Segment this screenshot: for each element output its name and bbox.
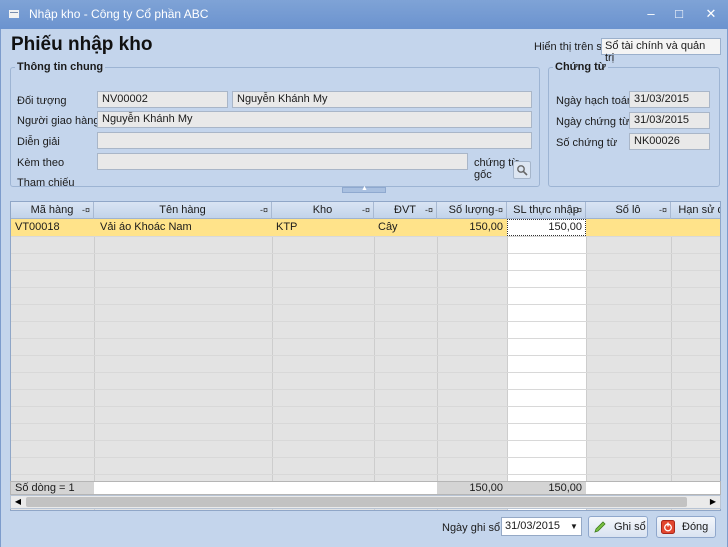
scroll-left-icon[interactable]: ◀	[11, 496, 25, 508]
nguoi-giao-field[interactable]: Nguyễn Khánh My	[97, 111, 532, 128]
kem-theo-label: Kèm theo	[17, 157, 65, 169]
minimize-button[interactable]: –	[637, 4, 665, 24]
search-icon	[517, 165, 528, 176]
hien-thi-select[interactable]: Sổ tài chính và quản trị	[601, 38, 721, 64]
detail-grid: Mã hàng -¤ Tên hàng -¤ Kho -¤ ĐVT -¤ Số lượn…	[10, 201, 721, 511]
grid-row-separator	[11, 355, 720, 356]
kem-theo-field[interactable]	[97, 153, 468, 170]
grid-row-separator	[11, 321, 720, 322]
close-window-button[interactable]: ✕	[697, 4, 725, 24]
grid-row-separator	[11, 440, 720, 441]
page-title: Phiếu nhập kho	[11, 34, 153, 55]
tham-chieu-label: Tham chiếu	[17, 177, 75, 189]
ngay-chung-tu-field[interactable]: 31/03/2015	[629, 112, 710, 129]
cell-ma-hang[interactable]: VT00018	[11, 219, 94, 236]
chung-tu-group: Chứng từ Ngày hạch toán 31/03/2015 Ngày …	[548, 61, 720, 187]
grid-row-separator	[11, 253, 720, 254]
grid-row-separator	[11, 474, 720, 475]
app-icon	[9, 10, 19, 18]
doi-tuong-code-field[interactable]: NV00002	[97, 91, 228, 108]
scroll-right-icon[interactable]: ▶	[706, 496, 720, 508]
grid-row-separator	[11, 338, 720, 339]
grid-row-separator	[11, 406, 720, 407]
grid-row-separator	[11, 389, 720, 390]
total-so-luong: 150,00	[469, 482, 503, 494]
pencil-icon	[594, 521, 606, 533]
grid-row-separator	[11, 423, 720, 424]
sl-thuc-nhap-editable-column[interactable]	[507, 219, 586, 510]
maximize-button[interactable]: □	[665, 4, 693, 24]
tham-chieu-button[interactable]	[513, 161, 531, 179]
col-header-so-luong[interactable]: Số lượng -¤	[437, 202, 507, 219]
chung-tu-legend: Chứng từ	[555, 61, 606, 73]
col-header-kho[interactable]: Kho -¤	[272, 202, 374, 219]
total-sl-thuc-nhap: 150,00	[548, 482, 582, 494]
form-client: Phiếu nhập kho Hiển thị trên sổ Sổ tài c…	[0, 29, 728, 547]
grid-header: Mã hàng -¤ Tên hàng -¤ Kho -¤ ĐVT -¤ Số lượn…	[11, 202, 720, 219]
cell-kho[interactable]: KTP	[272, 219, 374, 236]
horizontal-scrollbar[interactable]: ◀ ▶	[10, 495, 721, 509]
grid-row-separator	[11, 457, 720, 458]
pin-icon[interactable]: -¤	[574, 202, 582, 219]
pin-icon[interactable]: -¤	[362, 202, 370, 219]
thong-tin-chung-group: Thông tin chung Đối tượng NV00002 Nguyễn…	[10, 61, 540, 189]
so-chung-tu-label: Số chứng từ	[556, 137, 618, 149]
ngay-ghi-so-field[interactable]: 31/03/2015 ▼	[501, 517, 582, 536]
ngay-chung-tu-label: Ngày chứng từ	[556, 116, 630, 128]
scroll-thumb[interactable]	[26, 497, 687, 507]
grid-footer: Số dòng = 1 150,00 150,00	[10, 481, 721, 495]
dong-button[interactable]: Đóng	[656, 516, 716, 538]
col-header-ten-hang[interactable]: Tên hàng -¤	[94, 202, 272, 219]
grid-row-separator	[11, 304, 720, 305]
grid-row-separator	[11, 287, 720, 288]
col-header-ma-hang[interactable]: Mã hàng -¤	[11, 202, 94, 219]
cell-so-luong[interactable]: 150,00	[437, 219, 507, 236]
col-header-sl-thuc-nhap[interactable]: SL thực nhập -¤	[507, 202, 586, 219]
nguoi-giao-label: Người giao hàng	[17, 115, 100, 127]
so-dong-count: Số dòng = 1	[15, 482, 75, 494]
thong-tin-chung-legend: Thông tin chung	[17, 61, 104, 73]
table-row[interactable]: VT00018 Vải áo Khoác Nam KTP Cây 150,00 …	[11, 219, 720, 236]
panel-splitter[interactable]: ▲	[342, 185, 386, 193]
col-header-han-su-dung[interactable]: Hạn sử d	[671, 202, 720, 219]
ngay-ghi-so-label: Ngày ghi sổ	[442, 522, 501, 534]
close-icon	[661, 520, 675, 534]
dien-giai-label: Diễn giải	[17, 136, 60, 148]
ngay-hach-toan-label: Ngày hạch toán	[556, 95, 634, 107]
grid-row-separator	[11, 270, 720, 271]
ngay-ghi-so-value: 31/03/2015	[505, 520, 561, 532]
ngay-hach-toan-field[interactable]: 31/03/2015	[629, 91, 710, 108]
ghi-so-button[interactable]: Ghi sổ	[588, 516, 648, 538]
doi-tuong-name-field[interactable]: Nguyễn Khánh My	[232, 91, 532, 108]
col-header-so-lo[interactable]: Số lô -¤	[586, 202, 671, 219]
pin-icon[interactable]: -¤	[659, 202, 667, 219]
pin-icon[interactable]: -¤	[425, 202, 433, 219]
col-header-dvt[interactable]: ĐVT -¤	[374, 202, 437, 219]
active-cell-focus	[507, 219, 586, 236]
cell-dvt[interactable]: Cây	[374, 219, 437, 236]
so-chung-tu-field[interactable]: NK00026	[629, 133, 710, 150]
grid-row-separator	[11, 236, 720, 237]
dien-giai-field[interactable]	[97, 132, 532, 149]
pin-icon[interactable]: -¤	[495, 202, 503, 219]
collapse-arrow-icon: ▲	[361, 185, 368, 192]
pin-icon[interactable]: -¤	[82, 202, 90, 219]
window-title: Nhập kho - Công ty Cổ phần ABC	[29, 7, 209, 21]
cell-ten-hang[interactable]: Vải áo Khoác Nam	[94, 219, 272, 236]
title-bar: Nhập kho - Công ty Cổ phần ABC – □ ✕	[0, 0, 728, 29]
chevron-down-icon[interactable]: ▼	[567, 518, 581, 535]
grid-row-separator	[11, 372, 720, 373]
pin-icon[interactable]: -¤	[260, 202, 268, 219]
doi-tuong-label: Đối tượng	[17, 95, 67, 107]
hien-thi-label: Hiển thị trên sổ	[534, 41, 608, 53]
